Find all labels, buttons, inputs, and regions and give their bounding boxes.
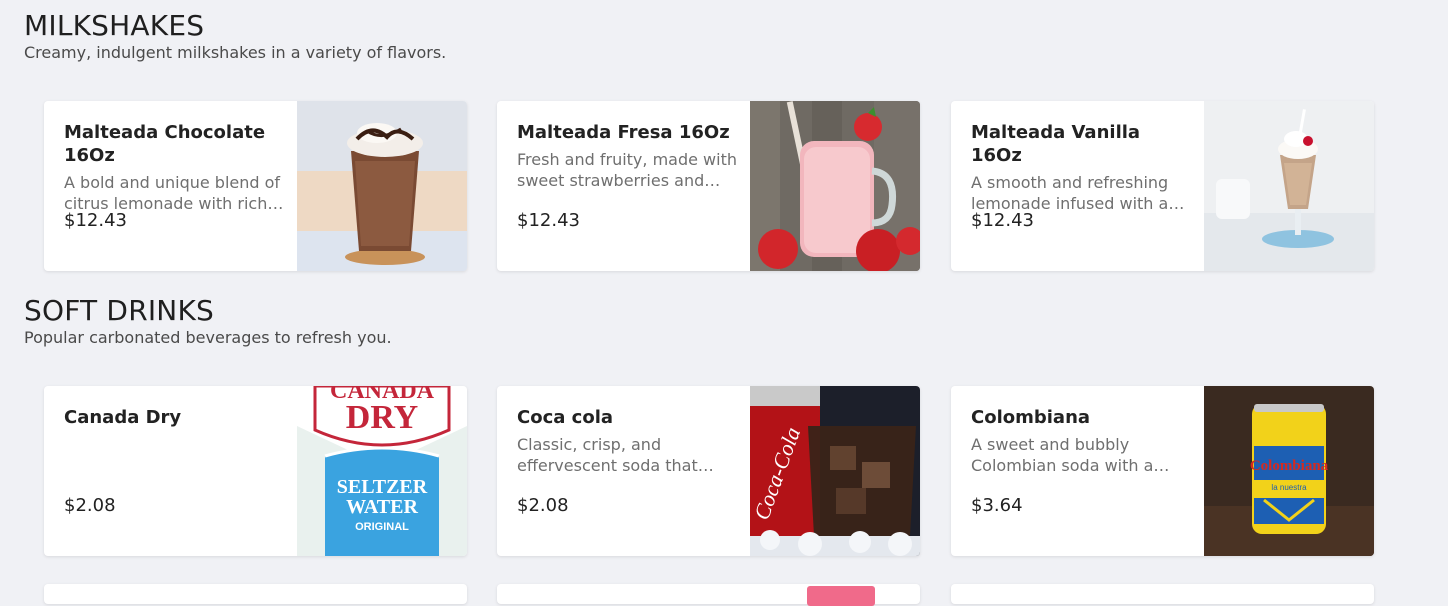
- menu-item-card[interactable]: [44, 584, 467, 604]
- menu-item-description: Fresh and fruity, made with sweet strawb…: [517, 150, 737, 190]
- coca-cola-image: Coca-Cola: [750, 386, 920, 556]
- menu-item-price: $12.43: [64, 210, 127, 231]
- menu-item-card[interactable]: Colombiana A sweet and bubbly Colombian …: [951, 386, 1374, 556]
- section-title-soft-drinks: SOFT DRINKS: [24, 294, 214, 327]
- colombiana-logo-text: Colombiana: [1250, 458, 1329, 474]
- menu-item-card[interactable]: Coca cola Classic, crisp, and effervesce…: [497, 386, 920, 556]
- menu-item-name: Malteada Vanilla 16Oz: [971, 122, 1141, 166]
- menu-item-name: Malteada Fresa 16Oz: [517, 122, 730, 143]
- menu-item-name: Canada Dry: [64, 407, 182, 428]
- section-description-soft-drinks: Popular carbonated beverages to refresh …: [24, 328, 392, 347]
- colombiana-logo-text: la nuestra: [1271, 483, 1307, 492]
- menu-item-price: $2.08: [64, 495, 116, 516]
- section-title-milkshakes: MILKSHAKES: [24, 9, 205, 42]
- strawberry-milkshake-image: [750, 101, 920, 271]
- menu-item-price: $3.64: [971, 495, 1023, 516]
- menu-item-card[interactable]: Canada Dry $2.08 CANADA DRY SELTZER WATE…: [44, 386, 467, 556]
- menu-item-description: A smooth and refreshing lemonade infused…: [971, 173, 1185, 213]
- menu-item-card[interactable]: Malteada Vanilla 16Oz A smooth and refre…: [951, 101, 1374, 271]
- canada-dry-label-text: WATER: [346, 496, 418, 518]
- menu-item-card[interactable]: Malteada Fresa 16Oz Fresh and fruity, ma…: [497, 101, 920, 271]
- vanilla-milkshake-image: [1204, 101, 1374, 271]
- section-description-milkshakes: Creamy, indulgent milkshakes in a variet…: [24, 43, 447, 62]
- menu-item-price: $12.43: [517, 210, 580, 231]
- canada-dry-label-text: ORIGINAL: [355, 521, 409, 533]
- menu-item-image: [807, 586, 875, 606]
- menu-item-price: $2.08: [517, 495, 569, 516]
- canada-dry-image: CANADA DRY SELTZER WATER ORIGINAL: [297, 386, 467, 556]
- menu-item-description: A sweet and bubbly Colombian soda with a…: [971, 435, 1170, 475]
- menu-item-name: Colombiana: [971, 407, 1091, 428]
- menu-item-description: A bold and unique blend of citrus lemona…: [64, 173, 284, 213]
- canada-dry-label-text: SELTZER: [337, 476, 428, 498]
- menu-item-card[interactable]: [951, 584, 1374, 604]
- menu-item-card[interactable]: Malteada Chocolate 16Oz A bold and uniqu…: [44, 101, 467, 271]
- chocolate-milkshake-image: [297, 101, 467, 271]
- menu-item-name: Malteada Chocolate 16Oz: [64, 122, 266, 166]
- colombiana-image: Colombiana la nuestra: [1204, 386, 1374, 556]
- menu-item-price: $12.43: [971, 210, 1034, 231]
- canada-dry-brand-text: DRY: [346, 399, 418, 436]
- menu-item-card[interactable]: [497, 584, 920, 606]
- menu-item-name: Coca cola: [517, 407, 614, 428]
- menu-item-description: Classic, crisp, and effervescent soda th…: [517, 435, 714, 475]
